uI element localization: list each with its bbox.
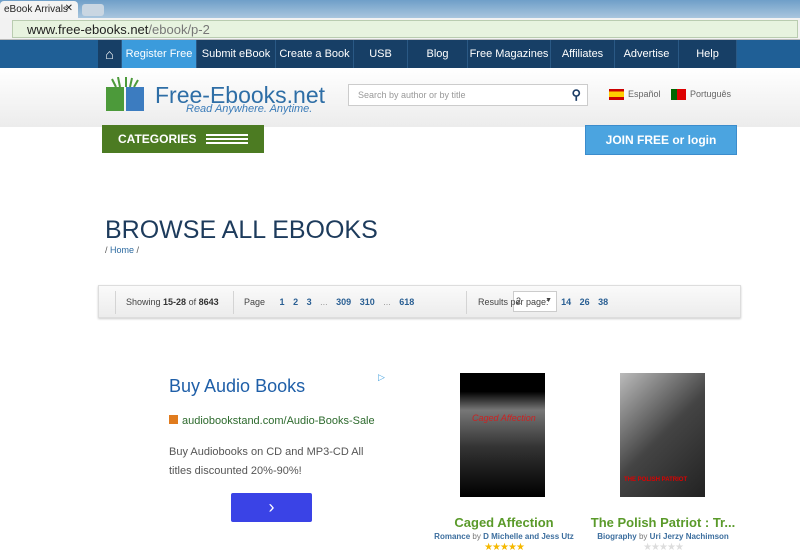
breadcrumb-home[interactable]: Home — [110, 245, 134, 255]
menu-icon — [206, 134, 248, 144]
showing-count: Showing 15-28 of 8643 — [126, 297, 219, 307]
nav-free-magazines[interactable]: Free Magazines — [468, 40, 551, 68]
join-login-button[interactable]: JOIN FREE or login — [585, 125, 737, 155]
close-tab-icon[interactable]: ✕ — [65, 3, 73, 14]
cover-text: Caged Affection — [472, 413, 536, 423]
page-link[interactable]: 310 — [360, 297, 375, 307]
ad-arrow-button[interactable]: › — [231, 493, 312, 522]
url-field[interactable]: www.free-ebooks.net/ebook/p-2 — [12, 20, 798, 38]
results-per-page: Results per page: 14 26 38 — [478, 297, 609, 307]
url-host: www.free-ebooks.net — [27, 22, 149, 37]
page-title: BROWSE ALL EBOOKS — [105, 216, 378, 244]
lang-label: Português — [690, 89, 732, 99]
adchoices-icon[interactable]: ▷ — [378, 372, 385, 383]
lang-espanol[interactable]: Español — [609, 89, 661, 101]
book-meta: Biography by Uri Jerzy Nachimson — [597, 532, 729, 541]
page-link[interactable]: 618 — [399, 297, 414, 307]
search-placeholder: Search by author or by title — [358, 90, 466, 100]
url-path: /ebook/p-2 — [148, 22, 210, 37]
page-link[interactable]: 2 — [293, 297, 298, 307]
nav-register-free[interactable]: Register Free — [122, 40, 197, 68]
pagination-bar: Showing 15-28 of 8643 Page 1 2 3 ... 309… — [98, 285, 741, 318]
page-link[interactable]: 309 — [336, 297, 351, 307]
portugal-flag-icon — [671, 89, 686, 101]
favicon-icon — [169, 415, 178, 424]
book-cover[interactable]: Caged Affection — [460, 373, 545, 497]
book-author: Uri Jerzy Nachimson — [649, 532, 729, 541]
nav-affiliates[interactable]: Affiliates — [551, 40, 615, 68]
book-cover[interactable]: THE POLISH PATRIOT — [620, 373, 705, 497]
rating-stars-icon: ★★★★★ — [643, 542, 684, 553]
categories-label: CATEGORIES — [118, 132, 197, 146]
logo-book-icon[interactable] — [104, 77, 148, 113]
nav-help[interactable]: Help — [679, 40, 737, 68]
page-link[interactable]: 3 — [307, 297, 312, 307]
nav-submit-ebook[interactable]: Submit eBook — [197, 40, 276, 68]
results-option[interactable]: 14 — [561, 297, 571, 307]
new-tab-button[interactable] — [82, 4, 104, 16]
cover-text: THE POLISH PATRIOT — [624, 477, 688, 483]
book-author: D Michelle and Jess Utz — [483, 532, 574, 541]
search-icon[interactable]: ⚲ — [571, 87, 581, 103]
browser-tab[interactable]: eBook Arrivals ✕ — [0, 1, 78, 18]
lang-portugues[interactable]: Português — [671, 89, 732, 101]
ad-url[interactable]: audiobookstand.com/Audio-Books-Sale — [169, 415, 375, 427]
logo-tagline: Read Anywhere. Anytime. — [186, 103, 313, 115]
book-genre: Romance — [434, 532, 471, 541]
lang-label: Español — [628, 89, 661, 99]
breadcrumb: / Home / — [105, 245, 140, 255]
nav-create-book[interactable]: Create a Book — [276, 40, 354, 68]
home-icon[interactable]: ⌂ — [98, 40, 122, 68]
spain-flag-icon — [609, 89, 624, 101]
page-link[interactable]: 1 — [280, 297, 285, 307]
browser-tab-bar — [0, 0, 800, 18]
results-option[interactable]: 38 — [598, 297, 608, 307]
top-nav: ⌂ Register Free Submit eBook Create a Bo… — [0, 40, 800, 68]
book-title[interactable]: The Polish Patriot : Tr... — [568, 515, 758, 530]
nav-advertise[interactable]: Advertise — [615, 40, 679, 68]
ad-body: Buy Audiobooks on CD and MP3-CD All titl… — [169, 446, 364, 477]
tab-title: eBook Arrivals — [4, 4, 68, 15]
nav-blog[interactable]: Blog — [408, 40, 468, 68]
nav-usb[interactable]: USB — [354, 40, 408, 68]
book-genre: Biography — [597, 532, 637, 541]
page-links: Page 1 2 3 ... 309 310 ... 618 — [244, 297, 415, 307]
categories-button[interactable]: CATEGORIES — [102, 125, 264, 153]
search-input[interactable]: Search by author or by title ⚲ — [348, 84, 588, 106]
ad-title[interactable]: Buy Audio Books — [169, 376, 305, 397]
results-option[interactable]: 26 — [580, 297, 590, 307]
